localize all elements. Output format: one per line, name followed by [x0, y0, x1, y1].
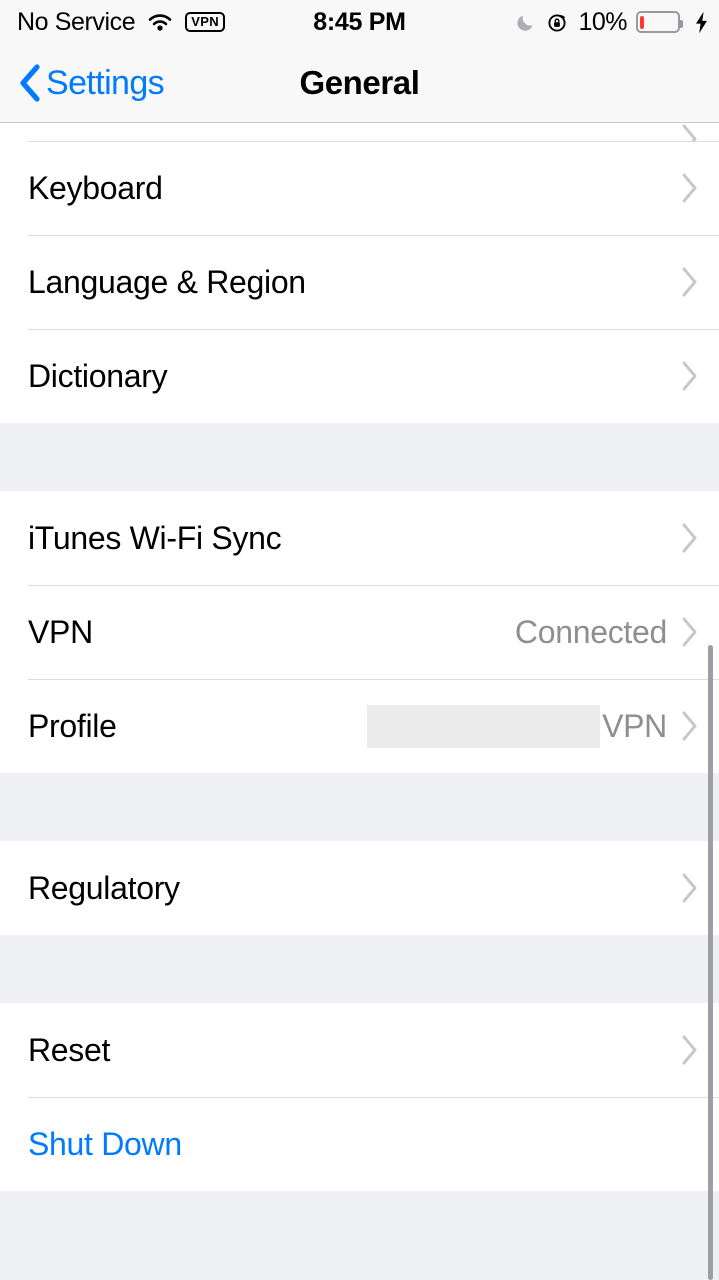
vertical-scrollbar[interactable] — [708, 645, 713, 1280]
list-item-accessory — [681, 360, 719, 392]
list-item-vpn[interactable]: VPN Connected — [0, 585, 719, 679]
list-item-accessory — [681, 123, 719, 141]
list-item-label: VPN — [28, 613, 93, 650]
group-locale: Date & Time Keyboard Language & Region Dict… — [0, 123, 719, 423]
list-item-accessory — [681, 522, 719, 554]
chevron-right-icon — [681, 266, 699, 298]
settings-list[interactable]: Date & Time Keyboard Language & Region Dict… — [0, 123, 719, 1280]
list-item-date-time[interactable]: Date & Time — [0, 123, 719, 141]
group-regulatory: Regulatory — [0, 841, 719, 935]
list-item-label: Regulatory — [28, 869, 180, 906]
battery-fill — [640, 15, 644, 29]
status-bar-right: 10% — [515, 8, 709, 37]
group-reset: Reset Shut Down — [0, 1003, 719, 1191]
chevron-right-icon — [681, 872, 699, 904]
list-item-label: Shut Down — [28, 1125, 182, 1162]
list-item-label: Dictionary — [28, 357, 168, 394]
list-item-label: Keyboard — [28, 169, 163, 206]
list-item-dictionary[interactable]: Dictionary — [0, 329, 719, 423]
list-item-accessory: Connected — [515, 614, 719, 651]
list-item-value: VPN — [602, 707, 667, 744]
list-item-profile[interactable]: Profile VPN — [0, 679, 719, 773]
list-item-language-region[interactable]: Language & Region — [0, 235, 719, 329]
navigation-bar: Settings General — [0, 44, 719, 123]
list-item-itunes-wi-fi-sync[interactable]: iTunes Wi-Fi Sync — [0, 491, 719, 585]
group-separator — [0, 935, 719, 1003]
list-item-shut-down[interactable]: Shut Down — [0, 1097, 719, 1191]
battery-percent-label: 10% — [578, 7, 627, 36]
chevron-right-icon — [681, 710, 699, 742]
list-item-accessory — [681, 172, 719, 204]
status-bar: No Service VPN 8:45 PM 10% — [0, 0, 719, 44]
group-sync-vpn: iTunes Wi-Fi Sync VPN Connected Profile VPN — [0, 491, 719, 773]
rotation-lock-icon — [546, 11, 569, 34]
redacted-value — [367, 704, 601, 748]
list-item-reset[interactable]: Reset — [0, 1003, 719, 1097]
list-item-accessory — [681, 266, 719, 298]
page-title: General — [299, 64, 420, 101]
list-item-label: Date & Time — [28, 123, 201, 126]
chevron-right-icon — [681, 1034, 699, 1066]
list-item-value: Connected — [514, 613, 667, 650]
moon-icon — [515, 11, 537, 33]
bolt-icon — [689, 11, 709, 34]
list-item-accessory — [681, 1034, 719, 1066]
list-item-label: Reset — [28, 1031, 111, 1068]
group-separator — [0, 423, 719, 491]
list-item-accessory — [681, 872, 719, 904]
phone-screen: No Service VPN 8:45 PM 10% Settings Gene… — [0, 0, 719, 1280]
group-separator — [0, 773, 719, 841]
list-footer-spacer — [0, 1191, 719, 1280]
chevron-right-icon — [681, 360, 699, 392]
chevron-right-icon — [681, 172, 699, 204]
battery-icon — [636, 11, 683, 33]
chevron-right-icon — [681, 123, 699, 141]
list-item-label: iTunes Wi-Fi Sync — [28, 519, 282, 556]
list-item-keyboard[interactable]: Keyboard — [0, 141, 719, 235]
list-item-label: Language & Region — [28, 263, 306, 300]
chevron-right-icon — [681, 616, 699, 648]
list-item-accessory: VPN — [367, 704, 719, 748]
list-item-regulatory[interactable]: Regulatory — [0, 841, 719, 935]
chevron-right-icon — [681, 522, 699, 554]
list-item-label: Profile — [28, 707, 117, 744]
